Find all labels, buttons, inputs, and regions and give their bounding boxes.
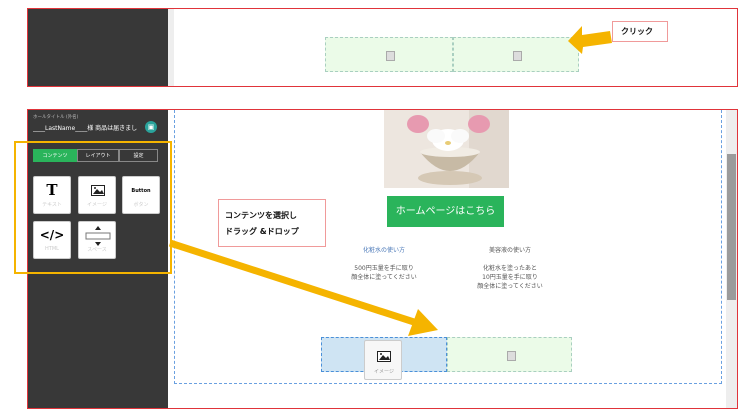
drag-arrow-icon <box>168 239 438 336</box>
